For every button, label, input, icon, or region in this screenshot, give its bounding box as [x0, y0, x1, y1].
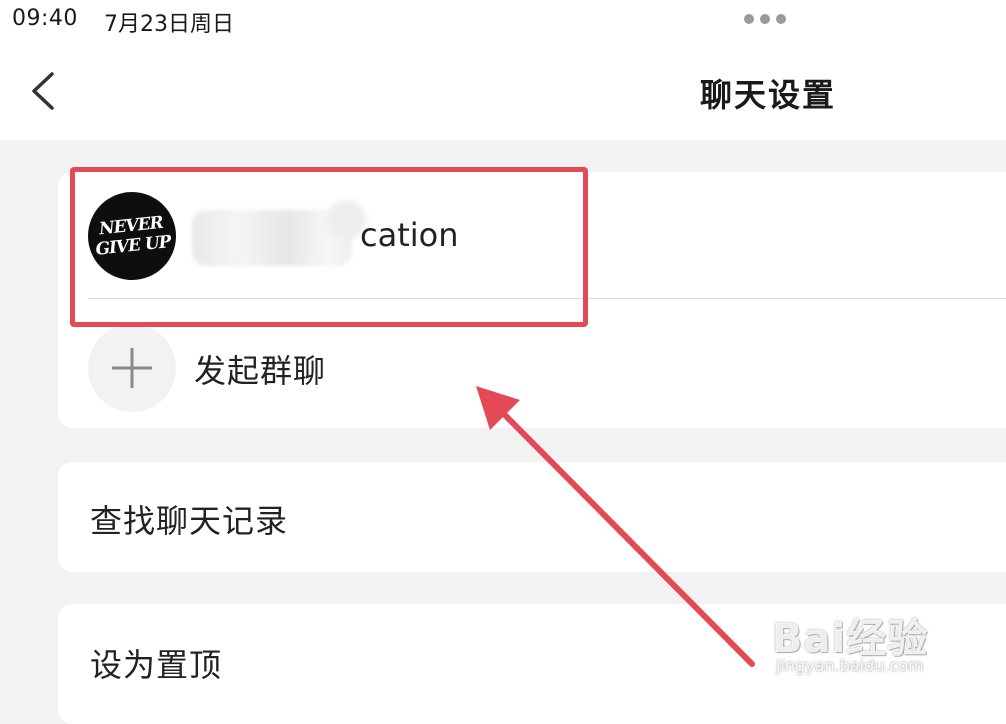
back-button[interactable]: [22, 66, 66, 116]
add-member-button[interactable]: [88, 324, 176, 412]
start-group-chat-button[interactable]: 发起群聊: [88, 324, 1006, 412]
status-time: 09:40: [12, 6, 78, 31]
member-name: cation: [360, 216, 459, 254]
multitasking-dots-icon[interactable]: [744, 14, 786, 24]
chat-members-card: NEVER GIVE UP cation 发起群聊: [58, 172, 1006, 428]
status-date: 7月23日周日: [104, 12, 234, 37]
avatar-logo-text: NEVER GIVE UP: [88, 192, 176, 280]
start-group-chat-label: 发起群聊: [194, 352, 327, 390]
avatar[interactable]: NEVER GIVE UP: [88, 192, 176, 280]
plus-icon: [112, 348, 152, 388]
divider: [88, 298, 1006, 299]
page-title: 聊天设置: [700, 76, 837, 114]
member-item[interactable]: NEVER GIVE UP cation: [88, 192, 1006, 300]
search-chat-history-label: 查找聊天记录: [90, 502, 289, 540]
chevron-left-icon: [32, 72, 54, 110]
nav-bar: 聊天设置: [0, 44, 1006, 140]
status-bar: 09:40 7月23日周日: [0, 0, 1006, 44]
pin-chat-label: 设为置顶: [90, 646, 223, 684]
search-chat-history-item[interactable]: 查找聊天记录: [58, 462, 1006, 572]
pin-chat-item[interactable]: 设为置顶: [58, 604, 1006, 724]
